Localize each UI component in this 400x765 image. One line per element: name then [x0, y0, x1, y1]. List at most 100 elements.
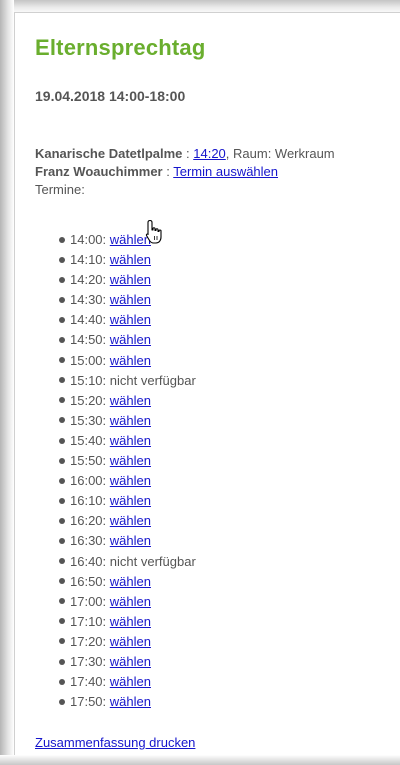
- slot-item: 17:40: wählen: [59, 672, 196, 692]
- select-slot-link[interactable]: wählen: [110, 353, 151, 368]
- slot-time: 15:20:: [70, 392, 107, 408]
- slot-time: 16:30:: [70, 533, 107, 549]
- bullet-icon: [59, 678, 65, 685]
- slot-item: 16:50: wählen: [59, 572, 196, 592]
- slot-unavailable: nicht verfügbar: [109, 553, 196, 569]
- select-slot-link[interactable]: wählen: [110, 252, 151, 267]
- select-slot-link[interactable]: wählen: [110, 493, 151, 508]
- booked-time-link[interactable]: 14:20: [193, 146, 226, 161]
- select-slot-link[interactable]: wählen: [110, 594, 151, 609]
- student-row-1: Kanarische Datetlpalme : 14:20, Raum: We…: [35, 145, 335, 163]
- bullet-icon: [59, 537, 65, 544]
- slot-item: 14:50: wählen: [59, 330, 196, 350]
- bullet-icon: [59, 437, 65, 444]
- bullet-icon: [59, 578, 65, 585]
- appointment-info: Kanarische Datetlpalme : 14:20, Raum: We…: [35, 145, 335, 199]
- select-slot-link[interactable]: wählen: [110, 473, 151, 488]
- slot-time: 17:40:: [70, 674, 107, 690]
- bullet-icon: [59, 316, 65, 323]
- bullet-icon: [59, 698, 65, 705]
- slot-list: 14:00: wählen 14:10: wählen 14:20: wählen 1…: [59, 230, 196, 712]
- print-summary-link[interactable]: Zusammenfassung drucken: [35, 735, 195, 750]
- slot-time: 15:40:: [70, 432, 107, 448]
- slot-item: 15:20: wählen: [59, 391, 196, 411]
- select-slot-link[interactable]: wählen: [110, 634, 151, 649]
- slot-item: 15:50: wählen: [59, 451, 196, 471]
- slot-item: 17:10: wählen: [59, 612, 196, 632]
- select-slot-link[interactable]: wählen: [110, 533, 151, 548]
- bullet-icon: [59, 417, 65, 424]
- bullet-icon: [59, 296, 65, 303]
- slot-item: 14:10: wählen: [59, 250, 196, 270]
- slot-time: 17:10:: [70, 613, 107, 629]
- slot-item: 17:20: wählen: [59, 632, 196, 652]
- slot-item: 15:00: wählen: [59, 351, 196, 371]
- select-slot-link[interactable]: wählen: [110, 614, 151, 629]
- bullet-icon: [59, 497, 65, 504]
- slot-time: 16:10:: [70, 493, 107, 509]
- slot-time: 14:20:: [70, 272, 107, 288]
- termine-label: Termine:: [35, 182, 85, 197]
- slot-time: 15:50:: [70, 453, 107, 469]
- page-content: Elternsprechtag 19.04.2018 14:00-18:00 K…: [14, 12, 400, 755]
- slot-item: 17:50: wählen: [59, 692, 196, 712]
- slot-time: 14:30:: [70, 292, 107, 308]
- select-slot-link[interactable]: wählen: [110, 272, 151, 287]
- slot-time: 15:30:: [70, 412, 107, 428]
- slot-time: 14:50:: [70, 332, 107, 348]
- separator-2: :: [162, 164, 174, 179]
- select-appointment-link[interactable]: Termin auswählen: [173, 164, 278, 179]
- bullet-icon: [59, 517, 65, 524]
- bullet-icon: [59, 377, 65, 384]
- student-name-2: Franz Woauchimmer: [35, 164, 163, 179]
- bullet-icon: [59, 477, 65, 484]
- slot-time: 14:00:: [70, 232, 107, 247]
- summary-row: Zusammenfassung drucken: [35, 735, 195, 750]
- window-shadow-left: [0, 0, 14, 765]
- bullet-icon: [59, 638, 65, 645]
- select-slot-link[interactable]: wählen: [110, 453, 151, 468]
- slot-item: 16:20: wählen: [59, 511, 196, 531]
- bullet-icon: [59, 457, 65, 464]
- slot-time: 16:00:: [70, 473, 107, 489]
- window-shadow-bottom: [0, 755, 400, 765]
- slot-item: 16:00: wählen: [59, 471, 196, 491]
- slot-item: 15:40: wählen: [59, 431, 196, 451]
- room-text: , Raum: Werkraum: [225, 146, 335, 161]
- slot-item: 15:10: nicht verfügbar: [59, 371, 196, 391]
- slot-item: 15:30: wählen: [59, 411, 196, 431]
- slot-time: 17:20:: [70, 633, 107, 649]
- slot-time: 14:40:: [70, 312, 107, 328]
- select-slot-link[interactable]: wählen: [110, 292, 151, 307]
- slot-item: 14:20: wählen: [59, 270, 196, 290]
- select-slot-link[interactable]: wählen: [110, 654, 151, 669]
- slot-item: 17:30: wählen: [59, 652, 196, 672]
- select-slot-link[interactable]: wählen: [110, 332, 151, 347]
- slot-item: 14:30: wählen: [59, 290, 196, 310]
- select-slot-link[interactable]: wählen: [110, 513, 151, 528]
- select-slot-link[interactable]: wählen: [110, 312, 151, 327]
- bullet-icon: [59, 236, 65, 243]
- student-name-1: Kanarische Datetlpalme: [35, 146, 183, 161]
- select-slot-link[interactable]: wählen: [110, 574, 151, 589]
- bullet-icon: [59, 618, 65, 625]
- slot-item: 16:30: wählen: [59, 531, 196, 551]
- select-slot-link[interactable]: wählen: [110, 433, 151, 448]
- slot-time: 15:00:: [70, 352, 107, 368]
- slot-time: 17:30:: [70, 653, 107, 669]
- slot-time: 14:10:: [70, 252, 107, 268]
- select-slot-link[interactable]: wählen: [110, 393, 151, 408]
- select-slot-link[interactable]: wählen: [110, 413, 151, 428]
- bullet-icon: [59, 658, 65, 665]
- select-slot-link[interactable]: wählen: [110, 694, 151, 709]
- select-slot-link[interactable]: wählen: [110, 674, 151, 689]
- bullet-icon: [59, 357, 65, 364]
- bullet-icon: [59, 276, 65, 283]
- slot-item: 16:40: nicht verfügbar: [59, 552, 196, 572]
- slot-time: 17:00:: [70, 593, 107, 609]
- slot-time: 16:20:: [70, 513, 107, 529]
- student-row-2: Franz Woauchimmer : Termin auswählen: [35, 163, 335, 181]
- separator-1: :: [182, 146, 194, 161]
- slot-time: 15:10:: [70, 372, 107, 388]
- slot-time: 16:50:: [70, 573, 107, 589]
